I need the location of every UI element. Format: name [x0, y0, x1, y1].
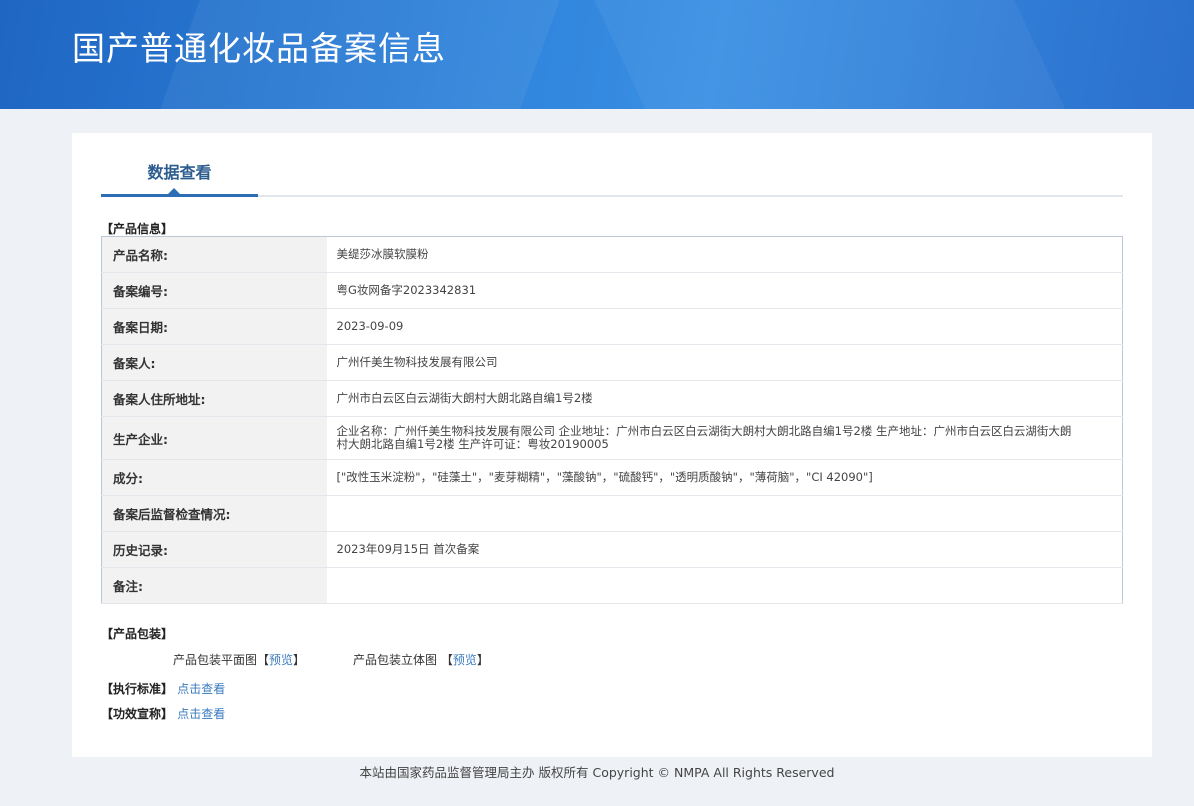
- row-value: 广州市白云区白云湖街大朗村大朗北路自编1号2楼: [326, 380, 1123, 417]
- standard-heading: 【执行标准】: [101, 682, 174, 696]
- banner-decoration: [589, 0, 1071, 109]
- efficacy-row: 【功效宣称】 点击查看: [101, 705, 225, 722]
- caret-up-icon: [168, 188, 180, 194]
- table-row: 备案人: 广州仟美生物科技发展有限公司: [101, 344, 1123, 381]
- product-info-heading: 【产品信息】: [101, 222, 174, 236]
- packaging-stereo-item: 产品包装立体图 【预览】: [353, 651, 489, 668]
- bracket-close: 】: [476, 653, 489, 667]
- page-title: 国产普通化妆品备案信息: [72, 29, 446, 68]
- content-card: 数据查看 【产品信息】 产品名称: 美缇莎冰膜软膜粉 备案编号: 粤G妆网备字2…: [72, 133, 1152, 757]
- table-row: 备案后监督检查情况:: [101, 495, 1123, 532]
- table-row: 备注:: [101, 567, 1123, 604]
- product-info-table: 产品名称: 美缇莎冰膜软膜粉 备案编号: 粤G妆网备字2023342831 备案…: [101, 236, 1123, 604]
- row-value: 美缇莎冰膜软膜粉: [326, 236, 1123, 273]
- packaging-flat-label: 产品包装平面图: [173, 653, 258, 667]
- table-row: 生产企业: 企业名称：广州仟美生物科技发展有限公司 企业地址：广州市白云区白云湖…: [101, 416, 1123, 460]
- stereo-preview-link[interactable]: 预览: [453, 653, 477, 667]
- row-label: 生产企业:: [101, 416, 327, 460]
- row-value: 2023年09月15日 首次备案: [326, 531, 1123, 568]
- row-value: [326, 495, 1123, 532]
- efficacy-heading: 【功效宣称】: [101, 707, 174, 721]
- header-banner: 国产普通化妆品备案信息: [0, 0, 1194, 109]
- row-label: 备案人住所地址:: [101, 380, 327, 417]
- row-value: 企业名称：广州仟美生物科技发展有限公司 企业地址：广州市白云区白云湖街大朗村大朗…: [326, 416, 1123, 460]
- standard-view-link[interactable]: 点击查看: [177, 682, 225, 696]
- standard-row: 【执行标准】 点击查看: [101, 680, 225, 697]
- table-row: 历史记录: 2023年09月15日 首次备案: [101, 531, 1123, 568]
- active-tab-indicator: [101, 194, 258, 197]
- row-label: 备案编号:: [101, 272, 327, 309]
- bracket-open: 【: [440, 653, 453, 667]
- bracket-close: 】: [293, 653, 306, 667]
- flat-preview-link[interactable]: 预览: [269, 653, 293, 667]
- row-label: 产品名称:: [101, 236, 327, 273]
- row-value: ["改性玉米淀粉"，"硅藻土"，"麦芽糊精"，"藻酸钠"，"硫酸钙"，"透明质酸…: [326, 459, 1123, 496]
- efficacy-view-link[interactable]: 点击查看: [177, 707, 225, 721]
- footer-copyright: 本站由国家药品监督管理局主办 版权所有 Copyright © NMPA All…: [359, 765, 835, 780]
- row-label: 历史记录:: [101, 531, 327, 568]
- row-value: [326, 567, 1123, 604]
- row-value: 2023-09-09: [326, 308, 1123, 345]
- table-row: 备案编号: 粤G妆网备字2023342831: [101, 272, 1123, 309]
- row-label: 成分:: [101, 459, 327, 496]
- packaging-stereo-label: 产品包装立体图: [353, 653, 438, 667]
- table-row: 备案日期: 2023-09-09: [101, 308, 1123, 345]
- packaging-flat-item: 产品包装平面图【预览】: [173, 651, 305, 668]
- bracket-open: 【: [257, 653, 270, 667]
- row-label: 备案后监督检查情况:: [101, 495, 327, 532]
- table-row: 成分: ["改性玉米淀粉"，"硅藻土"，"麦芽糊精"，"藻酸钠"，"硫酸钙"，"…: [101, 459, 1123, 496]
- row-label: 备案人:: [101, 344, 327, 381]
- tab-label: 数据查看: [147, 163, 212, 182]
- row-label: 备注:: [101, 567, 327, 604]
- table-row: 备案人住所地址: 广州市白云区白云湖街大朗村大朗北路自编1号2楼: [101, 380, 1123, 417]
- table-row: 产品名称: 美缇莎冰膜软膜粉: [101, 236, 1123, 273]
- row-value: 粤G妆网备字2023342831: [326, 272, 1123, 309]
- row-label: 备案日期:: [101, 308, 327, 345]
- row-value: 广州仟美生物科技发展有限公司: [326, 344, 1123, 381]
- packaging-heading: 【产品包装】: [101, 627, 174, 641]
